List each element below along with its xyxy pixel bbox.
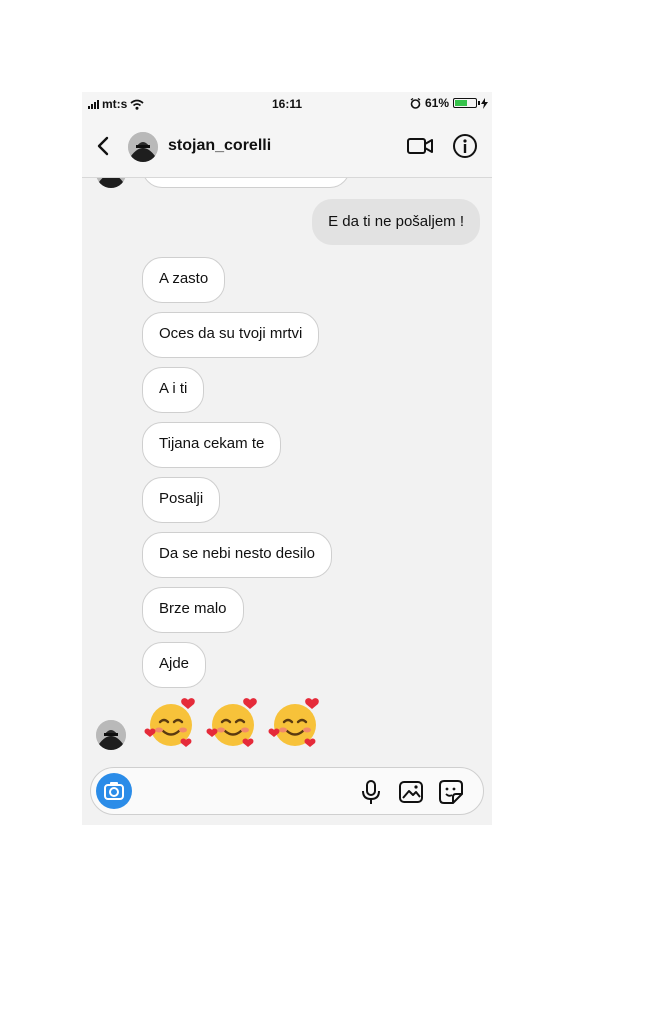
smiling-face-with-hearts-icon (206, 698, 257, 747)
battery-icon (453, 98, 480, 108)
alarm-icon (410, 97, 421, 109)
message-bubble-incoming[interactable]: Da se nebi nesto desilo (142, 532, 332, 578)
battery-fill (455, 100, 467, 106)
message-bubble-incoming[interactable]: A zasto (142, 257, 226, 303)
phone-screen: mt:s 16:11 61% stojan_corelli E da ti ne… (82, 92, 492, 825)
info-icon[interactable] (452, 133, 478, 159)
sender-avatar (96, 178, 126, 188)
back-chevron-icon[interactable] (92, 134, 116, 158)
emoji-message[interactable] (142, 694, 324, 752)
video-camera-icon[interactable] (406, 134, 434, 158)
message-input[interactable] (141, 778, 345, 806)
avatar-image (128, 132, 158, 162)
message-bubble-incoming[interactable]: Tijana cekam te (142, 422, 282, 468)
smiling-face-with-hearts-icon (268, 698, 319, 747)
message-bubble-incoming[interactable]: Brze malo (142, 587, 244, 633)
camera-icon (104, 782, 124, 800)
message-composer (90, 767, 484, 815)
avatar-image (96, 720, 126, 750)
sender-avatar (96, 720, 126, 750)
sticker-icon[interactable] (437, 778, 465, 806)
message-bubble-outgoing[interactable]: E da ti ne pošaljem ! (312, 199, 480, 245)
message-bubble-incoming[interactable]: A i ti (142, 367, 205, 413)
message-bubble-incoming[interactable]: Oces da su tvoji mrtvi (142, 312, 320, 358)
avatar[interactable] (128, 132, 158, 162)
message-bubble-partial[interactable] (142, 178, 350, 188)
smiling-face-with-hearts-icon (144, 698, 195, 747)
status-right: 61% (410, 96, 488, 110)
chat-header: stojan_corelli (82, 116, 492, 178)
avatar-image (96, 178, 126, 188)
charging-bolt-icon (481, 97, 488, 109)
message-bubble-incoming[interactable]: Posalji (142, 477, 221, 523)
camera-button[interactable] (96, 773, 132, 809)
status-bar: mt:s 16:11 61% (82, 92, 492, 116)
message-bubble-incoming[interactable]: Ajde (142, 642, 207, 688)
message-thread[interactable]: E da ti ne pošaljem ! A zasto Oces da su… (82, 178, 492, 761)
microphone-icon[interactable] (357, 778, 385, 806)
contact-username[interactable]: stojan_corelli (168, 137, 271, 155)
battery-percent: 61% (424, 96, 449, 110)
gallery-icon[interactable] (397, 778, 425, 806)
